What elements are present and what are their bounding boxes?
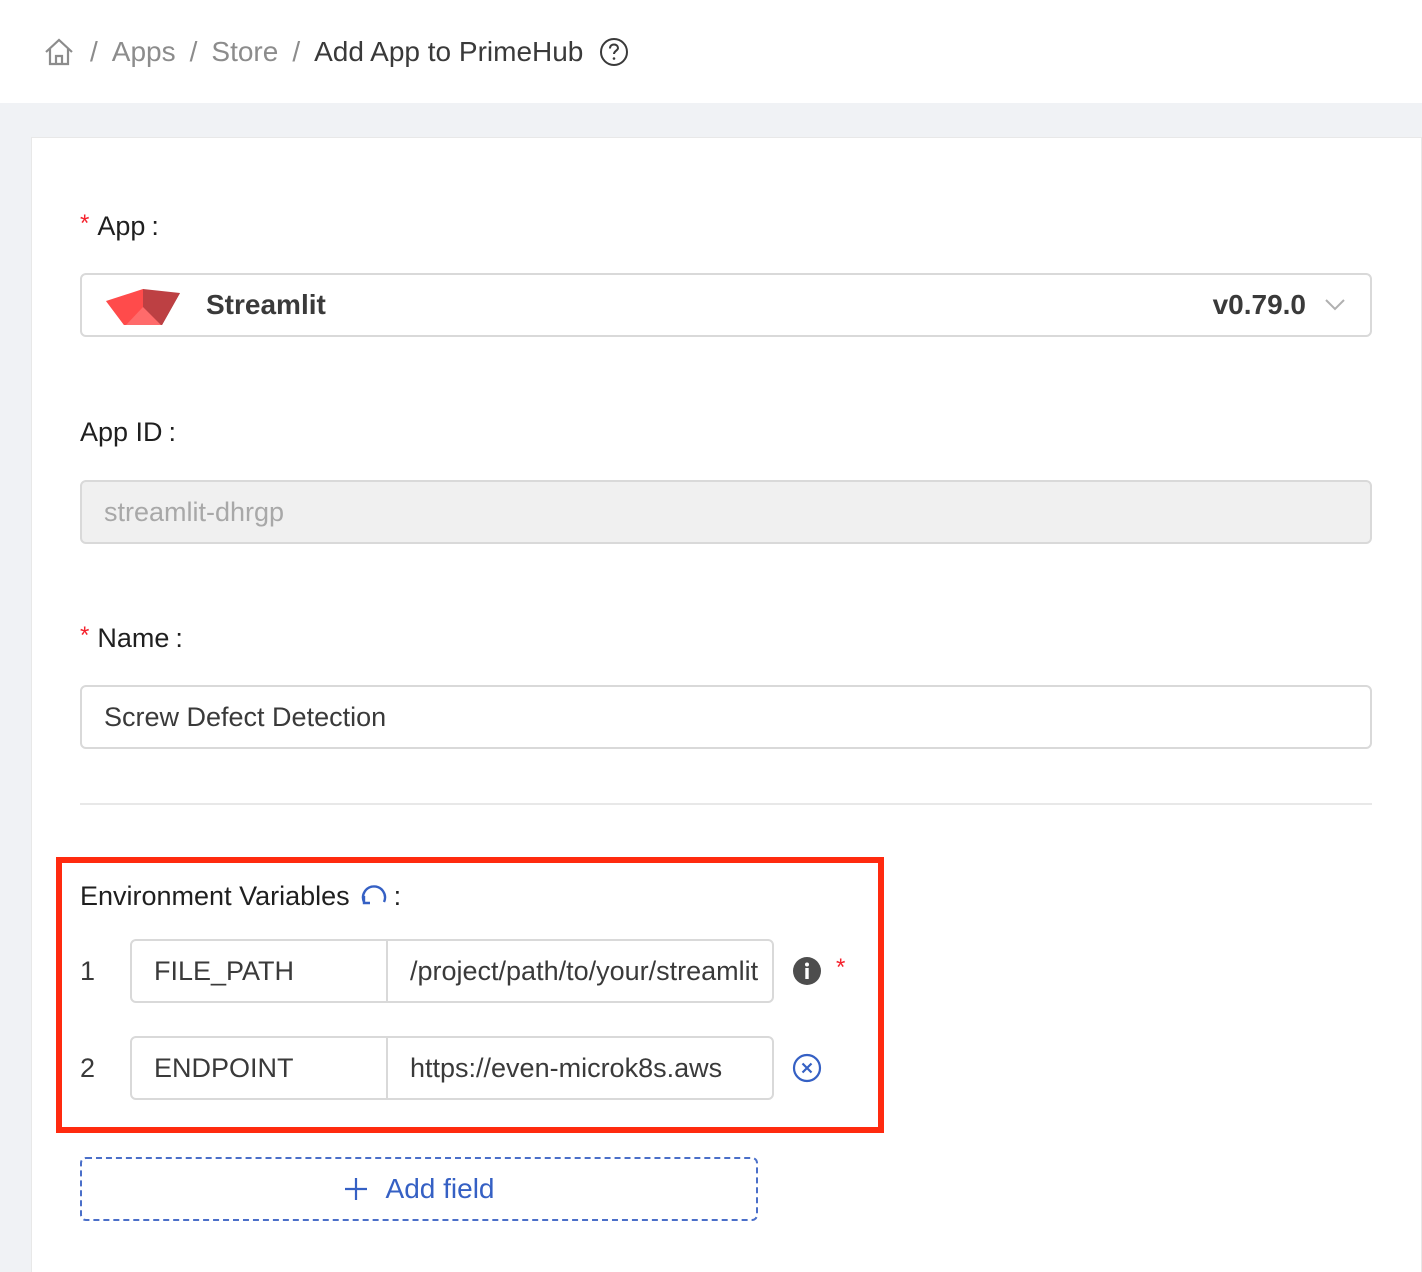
label-colon: : [151,211,159,241]
name-label-text: Name [97,623,170,653]
app-id-label-text: App ID [80,417,163,447]
env-kv-pair: ENDPOINT https://even-microk8s.aws [130,1036,774,1100]
env-row-index: 1 [80,955,96,986]
app-label-text: App [97,211,146,241]
env-vars-label: Environment Variables : [80,878,401,914]
page-title: Add App to PrimeHub [314,35,584,67]
env-value-input[interactable]: /project/path/to/your/streamlit [388,941,772,1001]
breadcrumb-separator: / [189,35,198,67]
info-circle-icon[interactable] [792,956,822,986]
required-mark: * [80,209,90,237]
add-field-label: Add field [385,1173,495,1204]
divider [80,803,1372,805]
streamlit-logo-icon [106,285,180,325]
breadcrumb-separator: / [292,35,301,67]
env-value-input[interactable]: https://even-microk8s.aws [388,1038,772,1098]
env-vars-label-text: Environment Variables [80,880,350,911]
breadcrumb-bar: / Apps / Store / Add App to PrimeHub [0,0,1422,103]
env-row: 2 ENDPOINT https://even-microk8s.aws [80,1036,822,1100]
required-mark: * [836,954,846,981]
app-label: * App : [80,209,159,242]
app-id-label: App ID : [80,417,176,448]
label-colon: : [168,417,177,447]
name-field[interactable]: Screw Defect Detection [80,685,1372,749]
breadcrumb-store[interactable]: Store [211,36,278,68]
app-select[interactable]: Streamlit v0.79.0 [80,273,1372,337]
selected-app-version: v0.79.0 [1212,289,1306,320]
add-field-button[interactable]: Add field [80,1157,758,1221]
label-colon: : [393,880,402,911]
required-mark: * [80,621,90,649]
name-label: * Name : [80,621,183,654]
env-row-index: 2 [80,1052,96,1083]
env-kv-pair: FILE_PATH /project/path/to/your/streamli… [130,939,774,1003]
close-circle-icon[interactable] [792,1053,822,1083]
env-row: 1 FILE_PATH /project/path/to/your/stream… [80,939,845,1003]
app-id-field: streamlit-dhrgp [80,480,1372,544]
selected-app-name: Streamlit [206,289,326,320]
home-icon[interactable] [44,36,76,68]
label-colon: : [175,623,183,653]
plus-icon [344,1177,368,1201]
chevron-down-icon[interactable] [1324,298,1346,312]
breadcrumb-apps[interactable]: Apps [112,36,176,68]
env-key-input[interactable]: FILE_PATH [132,941,388,1001]
question-circle-icon[interactable] [599,37,629,67]
breadcrumb-separator: / [90,35,98,67]
env-key-input[interactable]: ENDPOINT [132,1038,388,1098]
sync-icon[interactable] [360,883,388,909]
